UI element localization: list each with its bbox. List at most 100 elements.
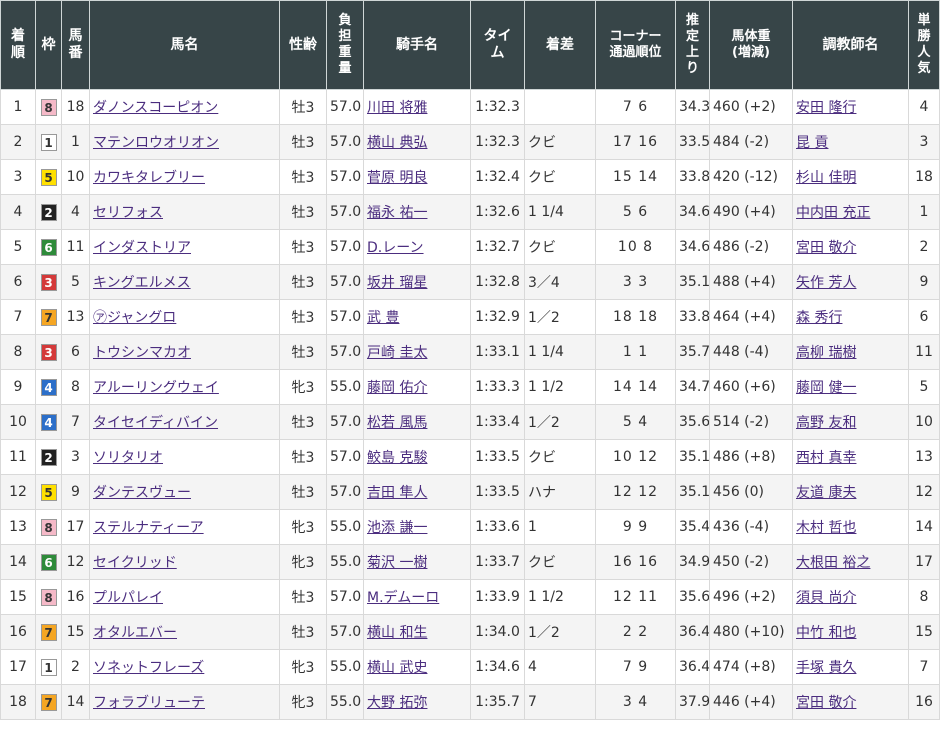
horse-name[interactable]: セイクリッド [89, 544, 280, 580]
jockey-name[interactable]: 武 豊 [363, 299, 471, 335]
jockey-name-link[interactable]: 武 豊 [367, 310, 399, 326]
trainer-name[interactable]: 藤岡 健一 [792, 369, 909, 405]
jockey-name[interactable]: 菊沢 一樹 [363, 544, 471, 580]
jockey-name-link[interactable]: 横山 和生 [367, 625, 427, 641]
jockey-name-link[interactable]: 吉田 隼人 [367, 485, 427, 501]
trainer-name[interactable]: 宮田 敬介 [792, 229, 909, 265]
trainer-name-link[interactable]: 杉山 佳明 [796, 170, 856, 186]
jockey-name[interactable]: 吉田 隼人 [363, 474, 471, 510]
horse-name-link[interactable]: ソネットフレーズ [93, 660, 204, 676]
horse-name-link[interactable]: ダンテスヴュー [93, 485, 191, 501]
jockey-name-link[interactable]: 横山 典弘 [367, 135, 427, 151]
horse-name-link[interactable]: タイセイディバイン [93, 415, 218, 431]
trainer-name-link[interactable]: 高柳 瑞樹 [796, 345, 856, 361]
trainer-name-link[interactable]: 木村 哲也 [796, 520, 856, 536]
jockey-name[interactable]: 横山 典弘 [363, 124, 471, 160]
horse-name-link[interactable]: アルーリングウェイ [93, 380, 219, 396]
horse-name[interactable]: オタルエバー [89, 614, 280, 650]
trainer-name-link[interactable]: 友道 康夫 [796, 485, 856, 501]
horse-name-link[interactable]: マテンロウオリオン [93, 135, 219, 151]
trainer-name[interactable]: 昆 貢 [792, 124, 909, 160]
horse-name[interactable]: セリフォス [89, 194, 280, 230]
horse-name[interactable]: ステルナティーア [89, 509, 280, 545]
trainer-name[interactable]: 高柳 瑞樹 [792, 334, 909, 370]
trainer-name-link[interactable]: 藤岡 健一 [796, 380, 856, 396]
horse-name[interactable]: トウシンマカオ [89, 334, 280, 370]
horse-name-link[interactable]: トウシンマカオ [93, 345, 191, 361]
jockey-name[interactable]: 菅原 明良 [363, 159, 471, 195]
trainer-name-link[interactable]: 矢作 芳人 [796, 275, 856, 291]
trainer-name[interactable]: 矢作 芳人 [792, 264, 909, 300]
trainer-name[interactable]: 中竹 和也 [792, 614, 909, 650]
horse-name-link[interactable]: セイクリッド [93, 555, 177, 571]
trainer-name-link[interactable]: 宮田 敬介 [796, 695, 856, 711]
horse-name[interactable]: タイセイディバイン [89, 404, 280, 440]
trainer-name-link[interactable]: 中内田 充正 [796, 205, 870, 221]
horse-name[interactable]: プルパレイ [89, 579, 280, 615]
jockey-name[interactable]: 福永 祐一 [363, 194, 471, 230]
horse-name-link[interactable]: オタルエバー [93, 625, 177, 641]
horse-name[interactable]: カワキタレブリー [89, 159, 280, 195]
jockey-name-link[interactable]: M.デムーロ [367, 590, 439, 606]
jockey-name[interactable]: 戸崎 圭太 [363, 334, 471, 370]
horse-name-link[interactable]: フォラブリューテ [93, 695, 205, 711]
trainer-name-link[interactable]: 大根田 裕之 [796, 555, 870, 571]
jockey-name[interactable]: 横山 和生 [363, 614, 471, 650]
jockey-name-link[interactable]: 松若 風馬 [367, 415, 427, 431]
horse-name[interactable]: アルーリングウェイ [89, 369, 280, 405]
jockey-name-link[interactable]: 池添 謙一 [367, 520, 427, 536]
horse-name[interactable]: ダノンスコーピオン [89, 89, 280, 125]
trainer-name-link[interactable]: 昆 貢 [796, 135, 828, 151]
jockey-name[interactable]: 川田 将雅 [363, 89, 471, 125]
jockey-name-link[interactable]: 坂井 瑠星 [367, 275, 427, 291]
jockey-name[interactable]: 鮫島 克駿 [363, 439, 471, 475]
trainer-name-link[interactable]: 高野 友和 [796, 415, 856, 431]
horse-name[interactable]: ソネットフレーズ [89, 649, 280, 685]
trainer-name-link[interactable]: 宮田 敬介 [796, 240, 856, 256]
trainer-name-link[interactable]: 安田 隆行 [796, 100, 856, 116]
jockey-name-link[interactable]: 菊沢 一樹 [367, 555, 427, 571]
trainer-name[interactable]: 西村 真幸 [792, 439, 909, 475]
horse-name-link[interactable]: セリフォス [93, 205, 163, 221]
jockey-name[interactable]: 横山 武史 [363, 649, 471, 685]
horse-name[interactable]: キングエルメス [89, 264, 280, 300]
jockey-name[interactable]: 松若 風馬 [363, 404, 471, 440]
jockey-name-link[interactable]: 菅原 明良 [367, 170, 427, 186]
trainer-name[interactable]: 森 秀行 [792, 299, 909, 335]
jockey-name-link[interactable]: 藤岡 佑介 [367, 380, 427, 396]
trainer-name[interactable]: 友道 康夫 [792, 474, 909, 510]
horse-name-link[interactable]: ソリタリオ [93, 450, 163, 466]
trainer-name-link[interactable]: 手塚 貴久 [796, 660, 856, 676]
jockey-name[interactable]: 大野 拓弥 [363, 684, 471, 720]
trainer-name-link[interactable]: 西村 真幸 [796, 450, 856, 466]
horse-name[interactable]: ソリタリオ [89, 439, 280, 475]
trainer-name[interactable]: 高野 友和 [792, 404, 909, 440]
jockey-name-link[interactable]: 横山 武史 [367, 660, 427, 676]
horse-name[interactable]: ダンテスヴュー [89, 474, 280, 510]
trainer-name-link[interactable]: 森 秀行 [796, 310, 842, 326]
trainer-name[interactable]: 大根田 裕之 [792, 544, 909, 580]
horse-name-link[interactable]: ダノンスコーピオン [93, 100, 218, 116]
jockey-name-link[interactable]: D.レーン [367, 240, 424, 256]
trainer-name[interactable]: 安田 隆行 [792, 89, 909, 125]
horse-name[interactable]: マテンロウオリオン [89, 124, 280, 160]
jockey-name-link[interactable]: 戸崎 圭太 [367, 345, 427, 361]
horse-name[interactable]: フォラブリューテ [89, 684, 280, 720]
horse-name-link[interactable]: ㋐ジャングロ [93, 310, 176, 326]
jockey-name[interactable]: D.レーン [363, 229, 471, 265]
horse-name-link[interactable]: プルパレイ [93, 590, 163, 606]
trainer-name[interactable]: 須貝 尚介 [792, 579, 909, 615]
horse-name-link[interactable]: インダストリア [93, 240, 191, 256]
jockey-name-link[interactable]: 大野 拓弥 [367, 695, 427, 711]
horse-name-link[interactable]: キングエルメス [93, 275, 191, 291]
horse-name[interactable]: ㋐ジャングロ [89, 299, 280, 335]
jockey-name[interactable]: 藤岡 佑介 [363, 369, 471, 405]
trainer-name[interactable]: 杉山 佳明 [792, 159, 909, 195]
horse-name[interactable]: インダストリア [89, 229, 280, 265]
trainer-name[interactable]: 木村 哲也 [792, 509, 909, 545]
trainer-name[interactable]: 宮田 敬介 [792, 684, 909, 720]
trainer-name-link[interactable]: 中竹 和也 [796, 625, 856, 641]
jockey-name[interactable]: M.デムーロ [363, 579, 471, 615]
jockey-name[interactable]: 坂井 瑠星 [363, 264, 471, 300]
trainer-name[interactable]: 手塚 貴久 [792, 649, 909, 685]
